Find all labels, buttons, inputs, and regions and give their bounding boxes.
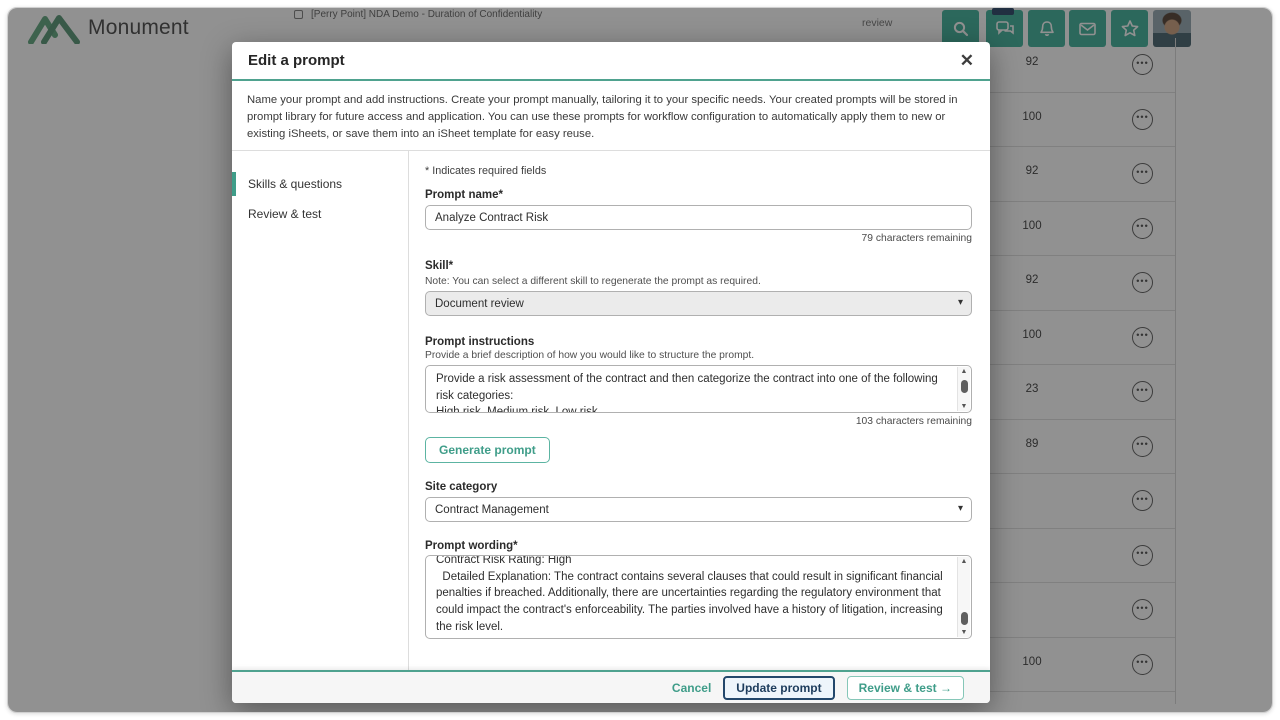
app-window: [Perry Point] NDA Demo - Duration of Con… bbox=[7, 7, 1273, 713]
scrollbar-thumb[interactable] bbox=[961, 612, 968, 625]
dialog-title: Edit a prompt bbox=[248, 52, 345, 69]
site-category-selected-value: Contract Management bbox=[435, 504, 549, 516]
prompt-wording-textarea[interactable]: Contract Risk Rating: High Detailed Expl… bbox=[425, 555, 972, 639]
prompt-instructions-group: Prompt instructions Provide a brief desc… bbox=[425, 336, 972, 427]
scroll-down-icon[interactable]: ▼ bbox=[958, 403, 970, 410]
dialog-footer: Cancel Update prompt Review & test → bbox=[232, 670, 990, 703]
scroll-up-icon[interactable]: ▲ bbox=[958, 558, 970, 565]
dialog-description: Name your prompt and add instructions. C… bbox=[232, 81, 990, 151]
site-category-label: Site category bbox=[425, 481, 972, 493]
nav-item-skills-questions[interactable]: Skills & questions bbox=[232, 169, 408, 199]
prompt-instructions-text: Provide a risk assessment of the contrac… bbox=[426, 366, 971, 413]
chevron-down-icon: ▾ bbox=[958, 503, 963, 514]
nav-item-review-test[interactable]: Review & test bbox=[232, 199, 408, 229]
prompt-name-label: Prompt name* bbox=[425, 189, 972, 201]
prompt-wording-label: Prompt wording* bbox=[425, 540, 972, 552]
site-category-select[interactable]: Contract Management ▾ bbox=[425, 497, 972, 522]
skill-group: Skill* Note: You can select a different … bbox=[425, 260, 972, 316]
prompt-name-group: Prompt name* 79 characters remaining bbox=[425, 189, 972, 244]
scroll-up-icon[interactable]: ▲ bbox=[958, 368, 970, 375]
prompt-instructions-textarea[interactable]: Provide a risk assessment of the contrac… bbox=[425, 365, 972, 413]
prompt-instructions-counter: 103 characters remaining bbox=[425, 416, 972, 427]
skill-selected-value: Document review bbox=[435, 298, 524, 310]
skill-select[interactable]: Document review ▾ bbox=[425, 291, 972, 316]
prompt-instructions-helper: Provide a brief description of how you w… bbox=[425, 350, 972, 361]
skill-note: Note: You can select a different skill t… bbox=[425, 276, 972, 287]
scrollbar[interactable]: ▲ ▼ bbox=[957, 557, 970, 637]
required-fields-note: * Indicates required fields bbox=[425, 165, 972, 177]
edit-prompt-dialog: Edit a prompt ✕ Name your prompt and add… bbox=[232, 42, 990, 703]
scrollbar[interactable]: ▲ ▼ bbox=[957, 367, 970, 411]
dialog-side-nav: Skills & questions Review & test bbox=[232, 151, 409, 670]
prompt-instructions-label: Prompt instructions bbox=[425, 336, 972, 348]
chevron-down-icon: ▾ bbox=[958, 297, 963, 308]
skill-label: Skill* bbox=[425, 260, 972, 272]
review-and-test-button[interactable]: Review & test → bbox=[847, 676, 964, 700]
scroll-down-icon[interactable]: ▼ bbox=[958, 629, 970, 636]
prompt-name-input[interactable] bbox=[425, 205, 972, 230]
site-category-group: Site category Contract Management ▾ bbox=[425, 481, 972, 522]
cancel-button[interactable]: Cancel bbox=[672, 681, 711, 695]
update-prompt-button[interactable]: Update prompt bbox=[723, 676, 834, 700]
generate-prompt-button[interactable]: Generate prompt bbox=[425, 437, 550, 463]
scrollbar-thumb[interactable] bbox=[961, 380, 968, 393]
prompt-form: * Indicates required fields Prompt name*… bbox=[409, 151, 990, 670]
prompt-wording-group: Prompt wording* Contract Risk Rating: Hi… bbox=[425, 540, 972, 639]
close-icon[interactable]: ✕ bbox=[960, 52, 974, 69]
prompt-wording-text: Contract Risk Rating: High Detailed Expl… bbox=[426, 555, 971, 635]
prompt-name-counter: 79 characters remaining bbox=[425, 233, 972, 244]
